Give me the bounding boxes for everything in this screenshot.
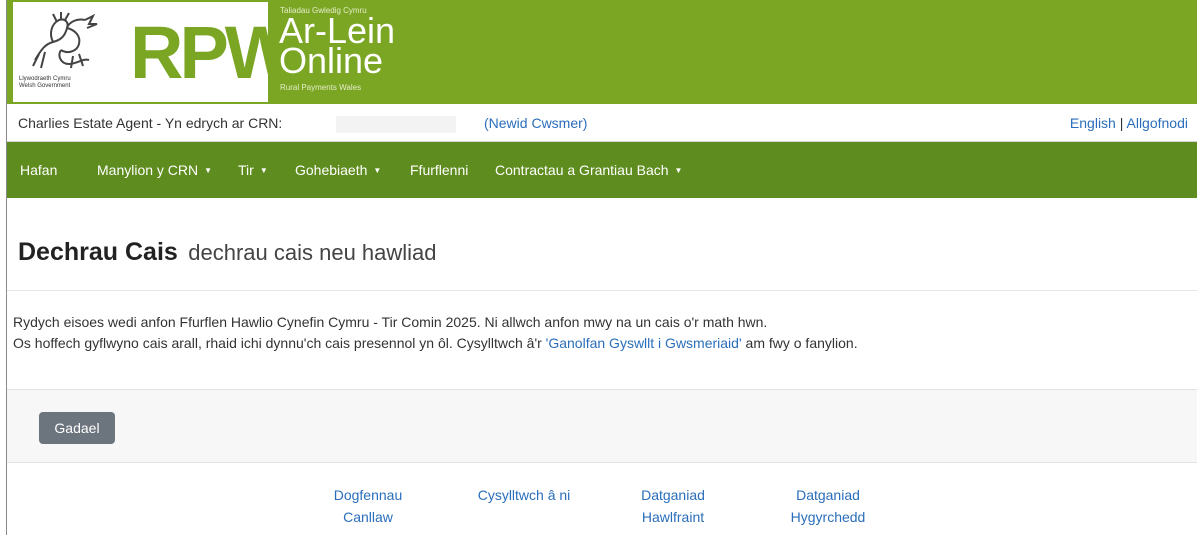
rpw-logo-text: RPW <box>130 11 295 94</box>
caret-down-icon: ▼ <box>259 166 268 175</box>
footer-link-line2: Canllaw <box>343 509 393 525</box>
customer-bar: Charlies Estate Agent - Yn edrych ar CRN… <box>7 104 1197 142</box>
footer-link-line1: Dogfennau <box>333 487 403 503</box>
crn-value <box>336 116 456 133</box>
gov-name-cy: Llywodraeth Cymru <box>19 76 71 82</box>
site-header: Llywodraeth Cymru Welsh Government RPW T… <box>7 0 1197 104</box>
language-logout-area: English | Allgofnodi <box>1070 115 1188 131</box>
caret-down-icon: ▼ <box>204 166 213 175</box>
nav-item-label: Ffurflenni <box>410 162 469 178</box>
footer-link-line2: Hygyrchedd <box>790 509 866 525</box>
footer-link-line1: Datganiad <box>796 487 860 503</box>
footer-accessibility-link[interactable]: Datganiad Hygyrchedd <box>783 484 873 528</box>
online-logo: Taliadau Gwledig Cymru Ar-Lein Online Ru… <box>271 0 403 104</box>
nav-item-label: Contractau a Grantiau Bach <box>495 162 669 178</box>
viewing-crn-text: Charlies Estate Agent - Yn edrych ar CRN… <box>18 115 283 131</box>
nav-item-correspondence[interactable]: Gohebiaeth ▼ <box>295 162 381 178</box>
nav-item-crn-details[interactable]: Manylion y CRN ▼ <box>97 162 212 178</box>
gov-name-en: Welsh Government <box>19 83 71 89</box>
english-link[interactable]: English <box>1070 115 1116 131</box>
welsh-government-logo[interactable]: Llywodraeth Cymru Welsh Government <box>13 2 116 102</box>
nav-item-forms[interactable]: Ffurflenni <box>410 162 468 178</box>
nav-item-label: Gohebiaeth <box>295 162 368 178</box>
nav-item-home[interactable]: Hafan <box>20 162 57 178</box>
nav-item-label: Manylion y CRN <box>97 162 199 178</box>
message-line-2: Os hoffech gyflwyno cais arall, rhaid ic… <box>13 333 858 354</box>
message-line-2-end: am fwy o fanylion. <box>741 335 858 351</box>
info-message: Rydych eisoes wedi anfon Ffurflen Hawlio… <box>13 312 858 354</box>
page-heading: Dechrau Cais dechrau cais neu hawliad <box>18 238 437 267</box>
footer-guidance-link[interactable]: Dogfennau Canllaw <box>323 484 413 528</box>
footer-copyright-link[interactable]: Datganiad Hawlfraint <box>633 484 713 528</box>
caret-down-icon: ▼ <box>373 166 382 175</box>
dragon-icon <box>32 12 98 69</box>
footer-link-line1: Cysylltwch â ni <box>477 487 571 503</box>
online-logo-line2: Online <box>279 40 384 81</box>
nav-item-label: Hafan <box>20 162 58 178</box>
page-subtitle: dechrau cais neu hawliad <box>188 240 437 265</box>
change-customer-link[interactable]: (Newid Cwsmer) <box>484 115 587 131</box>
footer-link-line1: Datganiad <box>641 487 705 503</box>
message-line-1: Rydych eisoes wedi anfon Ffurflen Hawlio… <box>13 314 768 330</box>
divider <box>7 290 1197 291</box>
separator: | <box>1119 115 1124 131</box>
gov-name: Llywodraeth Cymru Welsh Government <box>19 76 71 90</box>
nav-item-land[interactable]: Tir ▼ <box>238 162 268 178</box>
message-line-2-start: Os hoffech gyflwyno cais arall, rhaid ic… <box>13 335 546 351</box>
rpw-logo[interactable]: RPW <box>116 2 295 102</box>
nav-item-contracts[interactable]: Contractau a Grantiau Bach ▼ <box>495 162 682 178</box>
footer-contact-link[interactable]: Cysylltwch â ni <box>469 484 579 506</box>
logout-link[interactable]: Allgofnodi <box>1127 115 1189 131</box>
nav-item-label: Tir <box>238 162 254 178</box>
footer-link-line2: Hawlfraint <box>641 509 705 525</box>
exit-button[interactable]: Gadael <box>39 412 115 444</box>
caret-down-icon: ▼ <box>674 166 683 175</box>
action-bar: Gadael <box>7 389 1197 463</box>
page-frame: Llywodraeth Cymru Welsh Government RPW T… <box>6 0 1197 535</box>
page-title: Dechrau Cais <box>18 238 178 266</box>
online-logo-bottom: Rural Payments Wales <box>280 83 362 92</box>
online-logo-title: Ar-Lein Online <box>279 13 395 81</box>
contact-centre-link[interactable]: 'Ganolfan Gyswllt i Gwsmeriaid' <box>546 335 742 351</box>
main-nav: Hafan Manylion y CRN ▼ Tir ▼ Gohebiaeth ▼ F… <box>7 142 1197 198</box>
